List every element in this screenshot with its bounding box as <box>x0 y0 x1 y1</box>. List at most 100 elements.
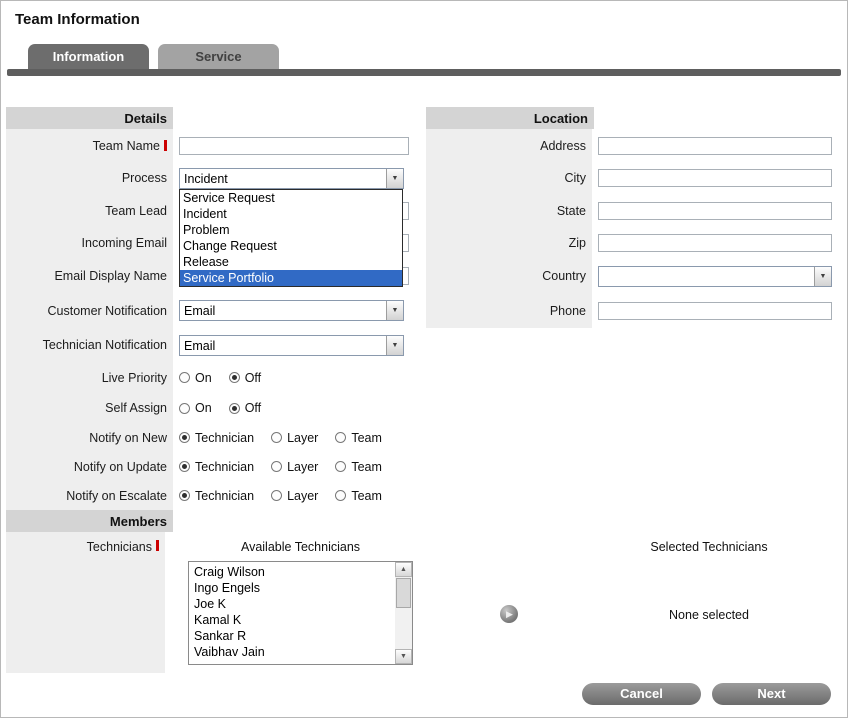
radio-label-layer: Layer <box>287 489 318 503</box>
available-technicians-title: Available Technicians <box>188 540 413 554</box>
technician-list: Craig Wilson Ingo Engels Joe K Kamal K S… <box>189 562 395 664</box>
listbox-scrollbar[interactable]: ▲ ▼ <box>395 562 412 664</box>
radio-label-on: On <box>195 371 212 385</box>
members-header: Members <box>6 510 173 532</box>
phone-input[interactable] <box>598 302 832 320</box>
notify-on-escalate-label: Notify on Escalate <box>6 481 173 510</box>
radio-label-layer: Layer <box>287 431 318 445</box>
notify-update-team-radio[interactable] <box>335 461 346 472</box>
radio-label-technician: Technician <box>195 489 254 503</box>
radio-label-layer: Layer <box>287 460 318 474</box>
dropdown-option[interactable]: Incident <box>180 206 402 222</box>
process-dropdown-list: Service Request Incident Problem Change … <box>179 189 403 287</box>
process-selected-value: Incident <box>180 169 386 188</box>
radio-label-team: Team <box>351 431 382 445</box>
customer-notification-label: Customer Notification <box>6 293 173 328</box>
phone-label: Phone <box>426 293 592 328</box>
zip-input[interactable] <box>598 234 832 252</box>
technicians-label: Technicians <box>87 540 152 554</box>
required-icon <box>164 140 167 151</box>
self-assign-on-radio[interactable] <box>179 403 190 414</box>
live-priority-label: Live Priority <box>6 362 173 393</box>
notify-new-technician-radio[interactable] <box>179 432 190 443</box>
team-information-page: Team Information Information Service Det… <box>0 0 848 718</box>
radio-label-team: Team <box>351 460 382 474</box>
chevron-down-icon[interactable]: ▼ <box>814 267 831 286</box>
tab-strip: Information Service <box>28 44 279 69</box>
customer-notification-select[interactable]: Email ▼ <box>179 300 404 321</box>
list-item[interactable]: Kamal K <box>194 612 395 628</box>
zip-label: Zip <box>426 227 592 259</box>
dropdown-option[interactable]: Service Request <box>180 190 402 206</box>
available-technicians-listbox[interactable]: Craig Wilson Ingo Engels Joe K Kamal K S… <box>188 561 413 665</box>
incoming-email-label: Incoming Email <box>6 227 173 259</box>
notify-update-layer-radio[interactable] <box>271 461 282 472</box>
country-label: Country <box>426 259 592 293</box>
title-bar: Team Information <box>1 1 847 39</box>
next-button[interactable]: Next <box>712 683 831 705</box>
notify-escalate-team-radio[interactable] <box>335 490 346 501</box>
scrollbar-thumb[interactable] <box>396 578 411 608</box>
dropdown-option[interactable]: Problem <box>180 222 402 238</box>
dropdown-option-highlighted[interactable]: Service Portfolio <box>180 270 402 286</box>
chevron-down-icon[interactable]: ▼ <box>386 169 403 188</box>
list-item[interactable]: Sankar R <box>194 628 395 644</box>
chevron-down-icon[interactable]: ▼ <box>386 336 403 355</box>
self-assign-off-radio[interactable] <box>229 403 240 414</box>
process-select[interactable]: Incident ▼ <box>179 168 404 189</box>
notify-update-technician-radio[interactable] <box>179 461 190 472</box>
scroll-down-icon[interactable]: ▼ <box>395 649 412 664</box>
city-label: City <box>426 162 592 194</box>
list-item[interactable]: Joe K <box>194 596 395 612</box>
scrollbar-track[interactable] <box>395 577 412 649</box>
email-display-name-label: Email Display Name <box>6 259 173 293</box>
radio-label-technician: Technician <box>195 431 254 445</box>
list-item[interactable]: Craig Wilson <box>194 564 395 580</box>
tab-information[interactable]: Information <box>28 44 149 69</box>
live-priority-off-radio[interactable] <box>229 372 240 383</box>
country-select[interactable]: ▼ <box>598 266 832 287</box>
notify-on-update-label: Notify on Update <box>6 452 173 481</box>
location-header: Location <box>426 107 594 129</box>
notify-new-team-radio[interactable] <box>335 432 346 443</box>
move-right-button[interactable]: ▶ <box>500 605 518 623</box>
team-lead-label: Team Lead <box>6 194 173 227</box>
location-panel: Location Address City State Zip Country … <box>426 107 832 328</box>
team-name-label: Team Name <box>93 139 160 153</box>
tab-bar-divider <box>7 69 841 76</box>
tab-service[interactable]: Service <box>158 44 279 69</box>
technician-notification-select[interactable]: Email ▼ <box>179 335 404 356</box>
notify-escalate-technician-radio[interactable] <box>179 490 190 501</box>
notify-on-new-label: Notify on New <box>6 423 173 452</box>
arrow-right-icon: ▶ <box>506 610 513 619</box>
chevron-down-icon[interactable]: ▼ <box>386 301 403 320</box>
self-assign-label: Self Assign <box>6 393 173 423</box>
page-title: Team Information <box>15 11 847 28</box>
team-name-input[interactable] <box>179 137 409 155</box>
details-header: Details <box>6 107 173 129</box>
technician-notification-label: Technician Notification <box>6 328 173 362</box>
notify-new-layer-radio[interactable] <box>271 432 282 443</box>
radio-label-team: Team <box>351 489 382 503</box>
process-label: Process <box>6 162 173 194</box>
technician-notification-value: Email <box>180 336 386 355</box>
address-input[interactable] <box>598 137 832 155</box>
radio-label-technician: Technician <box>195 460 254 474</box>
address-label: Address <box>426 129 592 162</box>
radio-label-on: On <box>195 401 212 415</box>
list-item[interactable]: Ingo Engels <box>194 580 395 596</box>
state-label: State <box>426 194 592 227</box>
notify-escalate-layer-radio[interactable] <box>271 490 282 501</box>
dropdown-option[interactable]: Release <box>180 254 402 270</box>
cancel-button[interactable]: Cancel <box>582 683 701 705</box>
country-selected-value <box>599 267 814 286</box>
city-input[interactable] <box>598 169 832 187</box>
radio-label-off: Off <box>245 371 261 385</box>
dropdown-option[interactable]: Change Request <box>180 238 402 254</box>
live-priority-on-radio[interactable] <box>179 372 190 383</box>
state-input[interactable] <box>598 202 832 220</box>
list-item[interactable]: Vaibhav Jain <box>194 644 395 660</box>
customer-notification-value: Email <box>180 301 386 320</box>
radio-label-off: Off <box>245 401 261 415</box>
scroll-up-icon[interactable]: ▲ <box>395 562 412 577</box>
